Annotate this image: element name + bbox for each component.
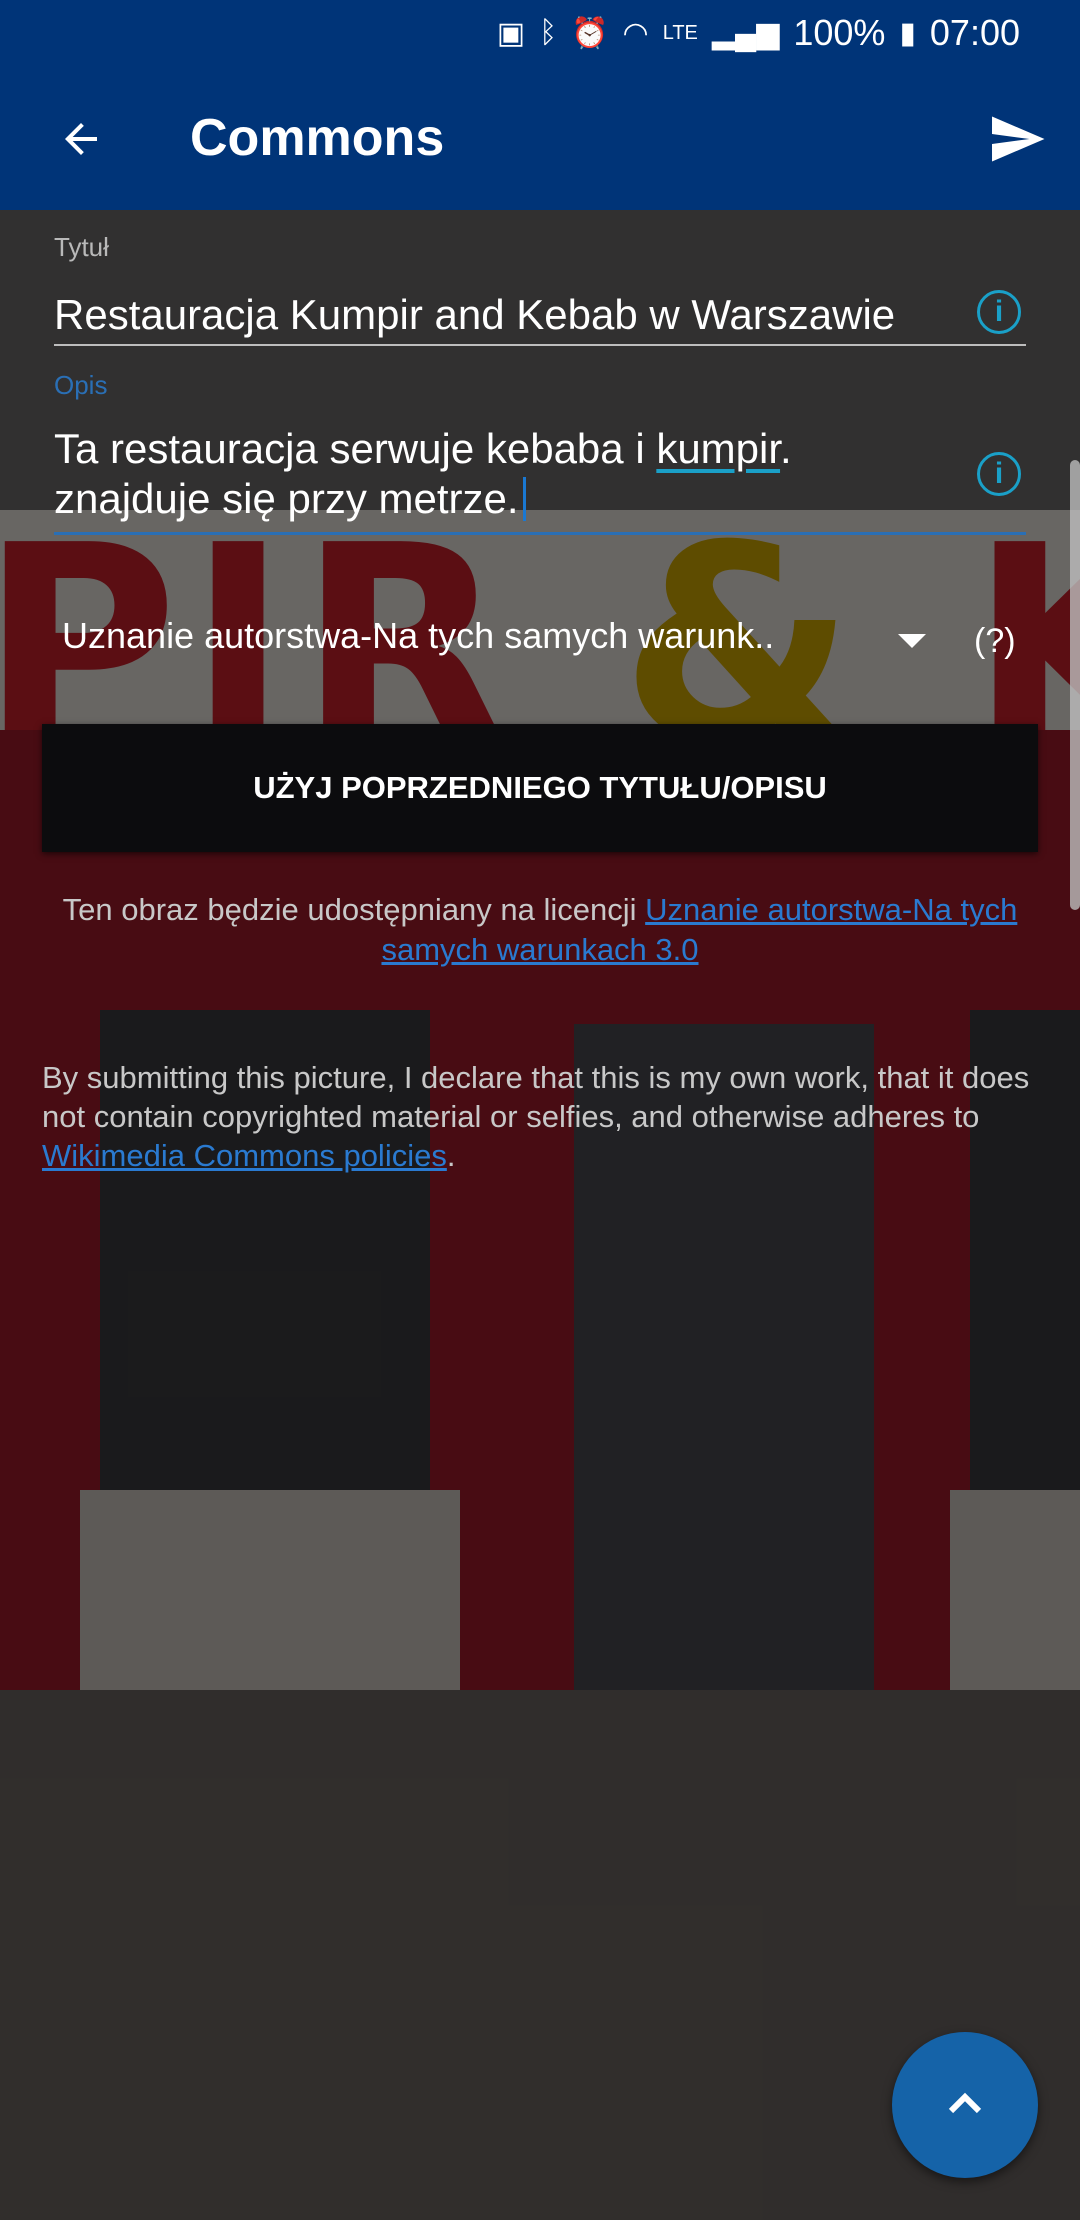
text-cursor bbox=[522, 477, 526, 521]
license-dropdown[interactable]: Uznanie autorstwa-Na tych samych warunk.… bbox=[62, 615, 774, 657]
license-help-button[interactable]: (?) bbox=[974, 622, 1016, 661]
status-bar: ▣ ᛒ ⏰ ◠ LTE ▂▄▆ 100% ▮ 07:00 bbox=[0, 0, 1080, 66]
dropdown-arrow-icon[interactable] bbox=[898, 634, 926, 648]
send-icon bbox=[992, 116, 1045, 162]
arrow-back-icon bbox=[65, 123, 97, 155]
license-note-text: Ten obraz będzie udostępniany na licencj… bbox=[62, 892, 646, 927]
description-label: Opis bbox=[54, 370, 108, 400]
app-bar: Commons bbox=[0, 66, 1080, 210]
declaration: By submitting this picture, I declare th… bbox=[42, 1058, 1032, 1175]
license-note: Ten obraz będzie udostępniany na licencj… bbox=[60, 890, 1020, 970]
description-underline bbox=[54, 532, 1026, 535]
expand-fab[interactable] bbox=[892, 2032, 1038, 2178]
description-input[interactable]: Ta restauracja serwuje kebaba i kumpir. … bbox=[54, 424, 954, 524]
description-text-1: Ta restauracja serwuje kebaba i bbox=[54, 425, 657, 472]
declaration-suffix: . bbox=[446, 1138, 456, 1173]
clock: 07:00 bbox=[929, 12, 1020, 53]
policies-link[interactable]: Wikimedia Commons policies bbox=[42, 1138, 447, 1173]
signal-icon: ▂▄▆ bbox=[711, 16, 780, 50]
description-info-icon[interactable]: i bbox=[977, 452, 1021, 496]
alarm-icon: ⏰ bbox=[571, 16, 609, 50]
use-previous-button[interactable]: UŻYJ POPRZEDNIEGO TYTUŁU/OPISU bbox=[42, 724, 1038, 852]
battery-saver-icon: ▣ bbox=[496, 16, 526, 50]
declaration-text: By submitting this picture, I declare th… bbox=[42, 1060, 1030, 1134]
title-label: Tytuł bbox=[54, 232, 109, 262]
app-title: Commons bbox=[190, 109, 445, 167]
send-button[interactable] bbox=[982, 104, 1052, 174]
network-type: LTE bbox=[662, 21, 698, 44]
chevron-up-icon bbox=[948, 2092, 982, 2114]
description-text-1b: . bbox=[780, 425, 792, 472]
spellcheck-word: kumpir bbox=[656, 425, 781, 472]
battery-percent: 100% bbox=[793, 12, 886, 53]
wifi-icon: ◠ bbox=[622, 16, 649, 50]
title-input[interactable]: Restauracja Kumpir and Kebab w Warszawie bbox=[54, 290, 895, 340]
back-button[interactable] bbox=[46, 104, 116, 174]
scrollbar[interactable] bbox=[1070, 460, 1080, 910]
bluetooth-icon: ᛒ bbox=[539, 16, 558, 49]
title-info-icon[interactable]: i bbox=[977, 290, 1021, 334]
title-underline bbox=[54, 344, 1026, 346]
description-text-2: znajduje się przy metrze. bbox=[54, 475, 519, 522]
battery-icon: ▮ bbox=[899, 16, 916, 50]
